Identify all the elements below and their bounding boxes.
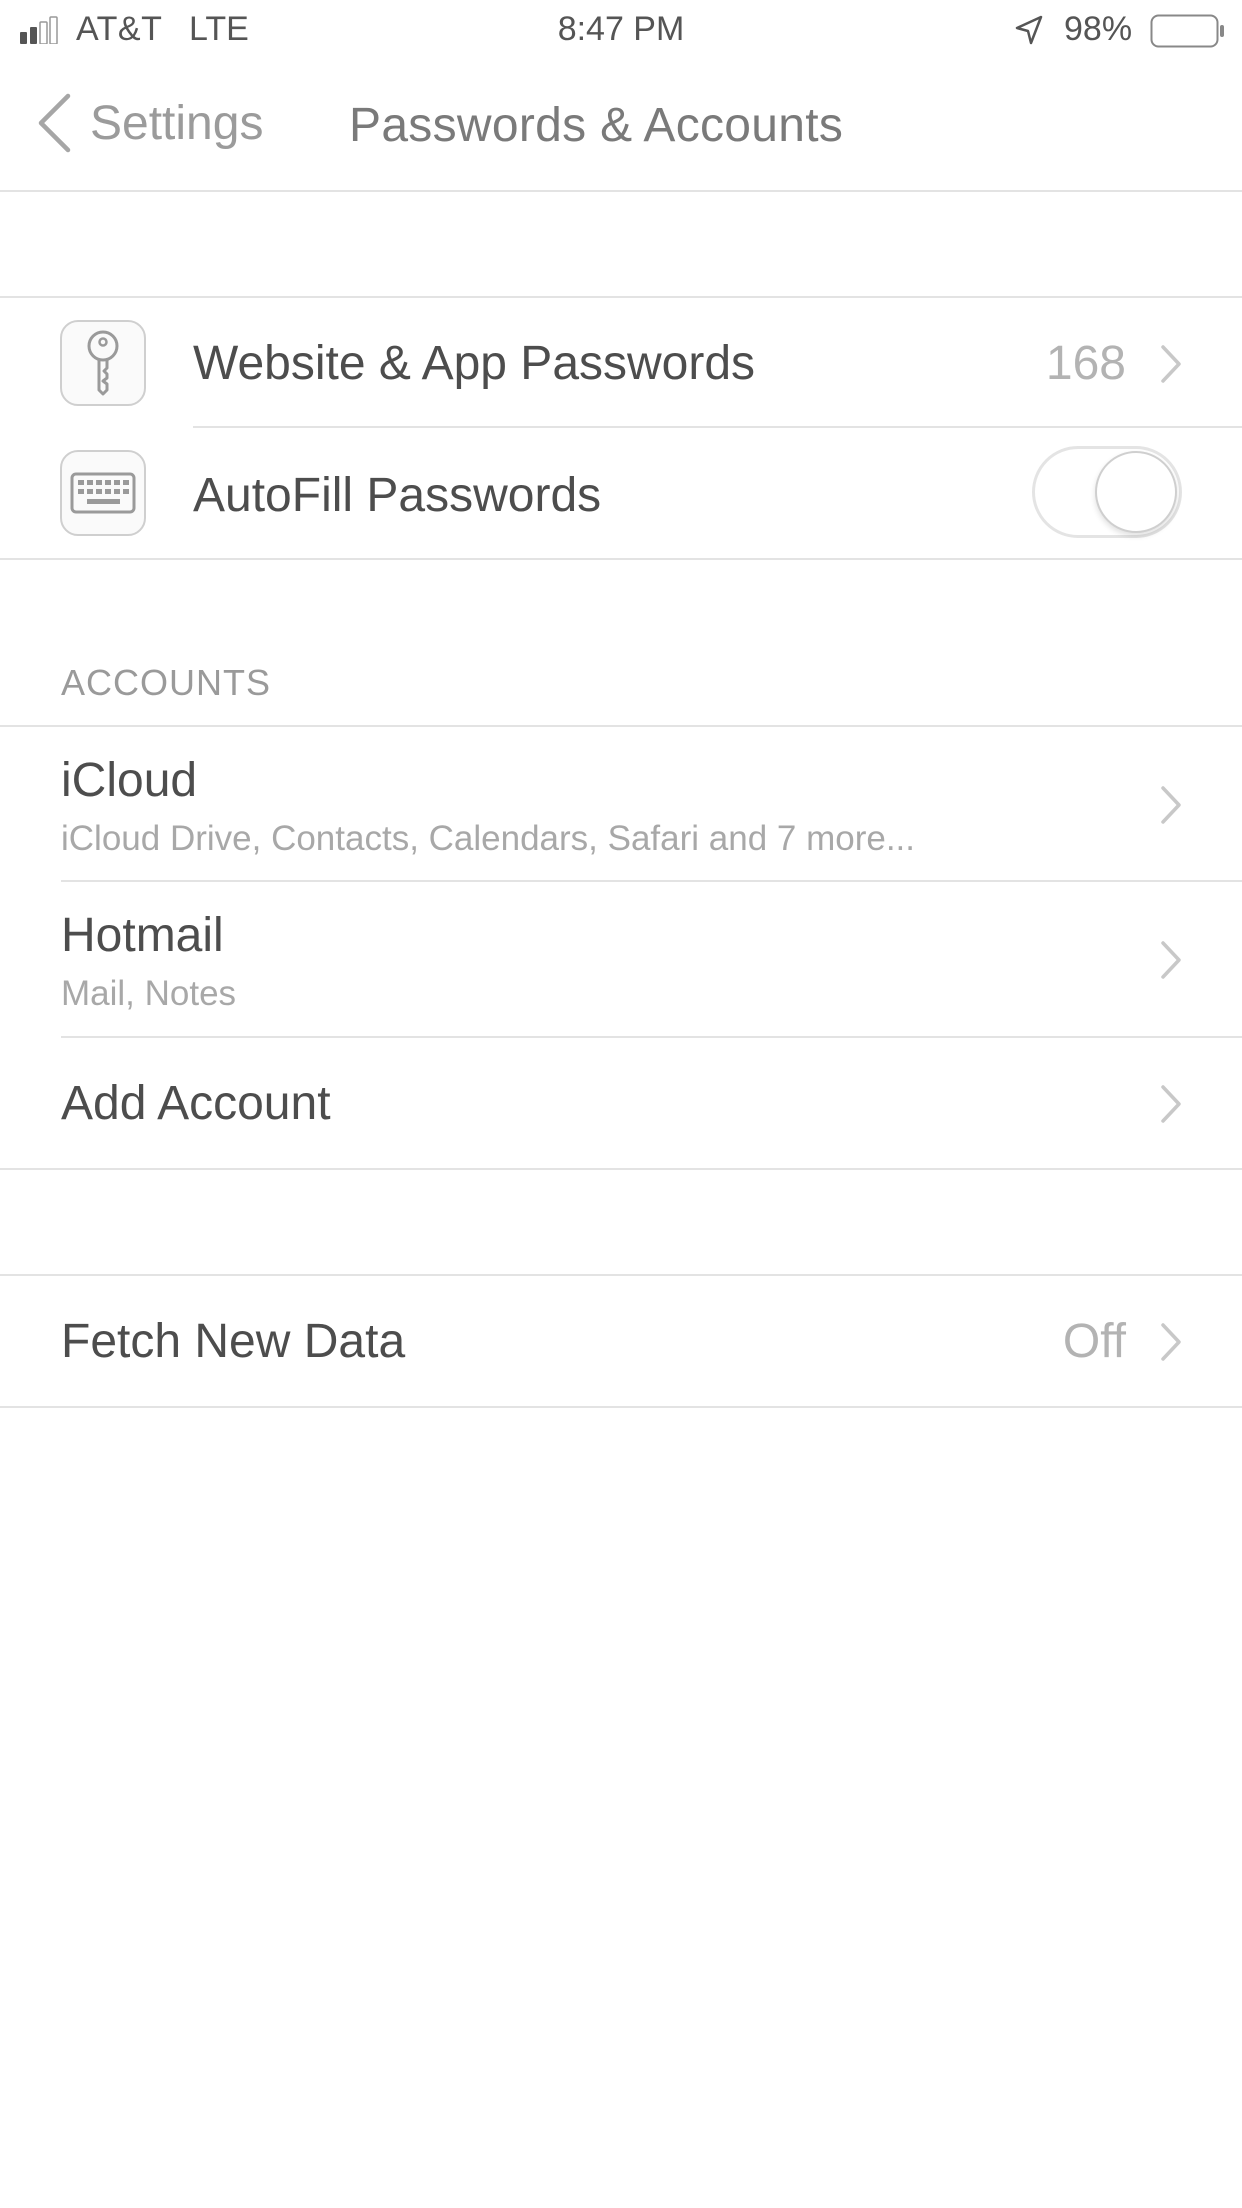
back-button-label: Settings [90,96,264,150]
account-title: iCloud [61,754,198,807]
password-count: 168 [1045,337,1126,390]
chevron-right-icon [1161,941,1181,979]
account-row-icloud[interactable]: iCloud iCloud Drive, Contacts, Calendars… [0,727,1242,882]
passwords-group: Website & App Passwords 168 AutoFill Pas… [0,296,1242,560]
key-icon [60,320,146,406]
website-app-passwords-row[interactable]: Website & App Passwords 168 [0,298,1242,428]
chevron-right-icon [1161,1085,1181,1123]
keyboard-icon [60,450,146,536]
autofill-toggle[interactable] [1032,446,1182,538]
status-bar: AT&T LTE 8:47 PM 98% [0,0,1242,60]
autofill-passwords-row: AutoFill Passwords [0,428,1242,558]
toggle-knob [1095,451,1177,533]
chevron-right-icon [1161,786,1181,824]
account-services: iCloud Drive, Contacts, Calendars, Safar… [61,819,915,858]
account-row-hotmail[interactable]: Hotmail Mail, Notes [0,882,1242,1038]
fetch-new-data-row[interactable]: Fetch New Data Off [0,1276,1242,1406]
location-arrow-icon [1015,15,1043,45]
fetch-new-data-value: Off [1062,1315,1126,1368]
account-services: Mail, Notes [61,974,237,1013]
battery-percentage: 98% [1064,10,1133,48]
battery-icon [1150,14,1224,48]
chevron-left-icon [38,93,71,153]
navigation-bar: Settings Passwords & Accounts [0,60,1242,192]
back-button[interactable]: Settings [36,88,263,158]
add-account-row[interactable]: Add Account [0,1038,1242,1168]
autofill-passwords-label: AutoFill Passwords [193,469,602,522]
status-time: 8:47 PM [557,10,685,48]
accounts-section-header: ACCOUNTS [61,662,272,703]
fetch-group: Fetch New Data Off [0,1274,1242,1408]
chevron-right-icon [1161,345,1181,383]
website-app-passwords-label: Website & App Passwords [193,337,756,390]
account-title: Hotmail [61,909,224,962]
accounts-group: iCloud iCloud Drive, Contacts, Calendars… [0,725,1242,1170]
chevron-right-icon [1161,1323,1181,1361]
add-account-label: Add Account [61,1077,331,1130]
fetch-new-data-label: Fetch New Data [61,1315,406,1368]
page-title: Passwords & Accounts [349,99,844,152]
